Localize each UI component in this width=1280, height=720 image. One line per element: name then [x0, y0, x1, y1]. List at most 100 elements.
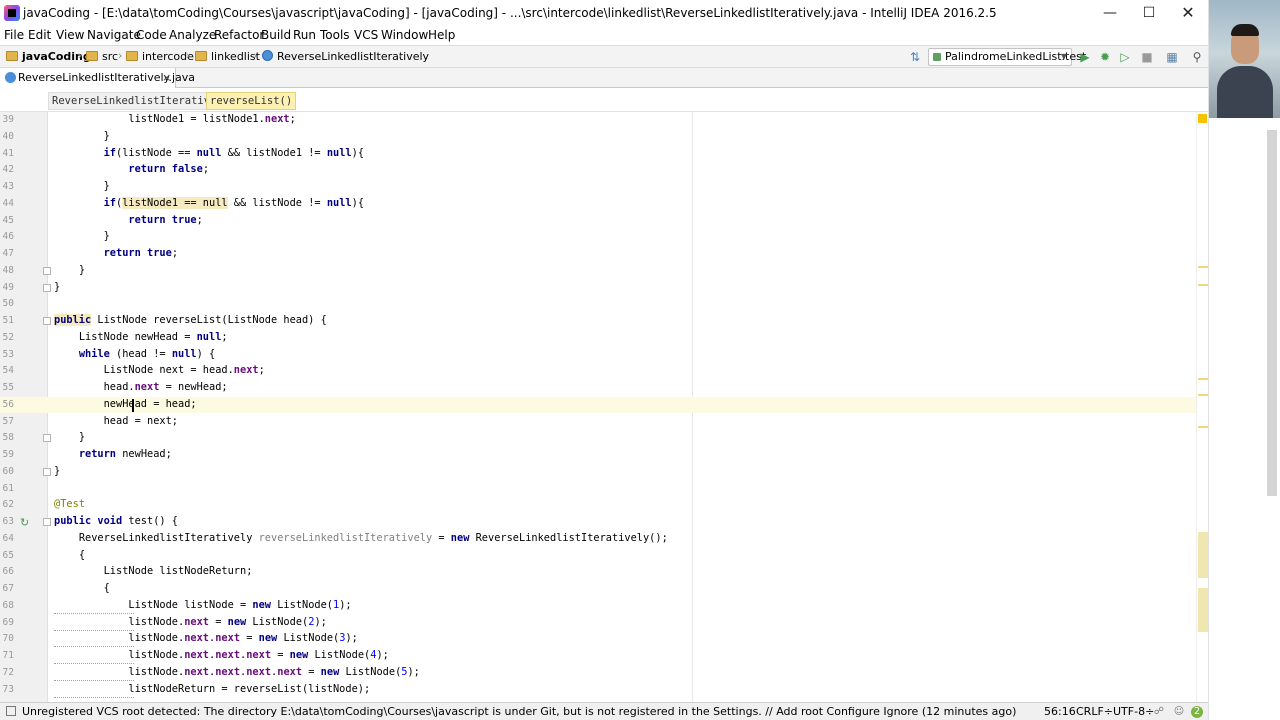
fold-marker-icon[interactable] — [43, 434, 51, 443]
code-text[interactable]: return newHead; — [54, 448, 172, 460]
nav-intercode[interactable]: intercode — [126, 50, 194, 63]
editor-vertical-scrollbar[interactable] — [1196, 112, 1208, 702]
search-icon[interactable]: ⚲ — [1190, 50, 1204, 64]
code-line[interactable]: 71 listNode.next.next.next = new ListNod… — [0, 648, 1196, 665]
code-line[interactable]: 64 ReverseLinkedlistIteratively reverseL… — [0, 531, 1196, 548]
code-text[interactable]: listNode.next.next.next.next = new ListN… — [54, 666, 419, 678]
menu-build[interactable]: Build — [261, 28, 291, 42]
menu-window[interactable]: Window — [381, 28, 428, 42]
code-line[interactable]: 46 } — [0, 229, 1196, 246]
error-stripe-mark[interactable] — [1198, 266, 1208, 268]
menu-vcs[interactable]: VCS — [354, 28, 378, 42]
code-line[interactable]: 70 listNode.next.next = new ListNode(3); — [0, 631, 1196, 648]
maximize-button[interactable]: ☐ — [1128, 0, 1170, 26]
code-line[interactable]: 59 return newHead; — [0, 447, 1196, 464]
code-text[interactable]: listNode.next.next = new ListNode(3); — [54, 632, 357, 644]
code-text[interactable]: ListNode listNodeReturn; — [54, 565, 253, 577]
code-line[interactable]: 45 return true; — [0, 213, 1196, 230]
code-text[interactable]: { — [54, 582, 110, 594]
fold-marker-icon[interactable] — [43, 317, 51, 325]
code-line[interactable]: 56 newHead = head; — [0, 396, 1196, 414]
code-text[interactable]: ReverseLinkedlistIteratively reverseLink… — [54, 532, 668, 544]
code-text[interactable]: listNode1 = listNode1.next; — [54, 113, 295, 125]
run-test-gutter-icon[interactable]: ↻ — [20, 516, 29, 529]
code-line[interactable]: 41 if(listNode == null && listNode1 != n… — [0, 146, 1196, 163]
code-line[interactable]: 40 } — [0, 129, 1196, 146]
code-line[interactable]: 69 listNode.next = new ListNode(2); — [0, 615, 1196, 632]
nav-linkedlist[interactable]: linkedlist — [195, 50, 260, 63]
code-text[interactable]: ListNode next = head.next; — [54, 364, 265, 376]
code-line[interactable]: 52 ListNode newHead = null; — [0, 330, 1196, 347]
menu-edit[interactable]: Edit — [28, 28, 51, 42]
line-separator[interactable]: CRLF÷ — [1076, 705, 1113, 718]
menu-analyze[interactable]: Analyze — [169, 28, 216, 42]
close-tab-icon[interactable]: × — [162, 68, 171, 87]
code-line[interactable]: 72 listNode.next.next.next.next = new Li… — [0, 665, 1196, 682]
close-window-button[interactable]: ✕ — [1167, 0, 1209, 26]
code-line[interactable]: 51 public ListNode reverseList(ListNode h… — [0, 313, 1196, 330]
code-line[interactable]: 44 if(listNode1 == null && listNode != n… — [0, 196, 1196, 213]
error-stripe-mark[interactable] — [1198, 378, 1208, 380]
code-text[interactable]: listNodeReturn = reverseList(listNode); — [54, 683, 370, 695]
outer-scrollbar[interactable] — [1267, 130, 1277, 496]
code-text[interactable]: } — [54, 465, 60, 477]
minimize-button[interactable]: — — [1089, 0, 1131, 26]
nav-src[interactable]: src — [86, 50, 118, 63]
toggle-tool-windows-icon[interactable] — [6, 706, 16, 716]
menu-view[interactable]: View — [56, 28, 84, 42]
code-line[interactable]: 63 ↻ public void test() { — [0, 514, 1196, 531]
code-text[interactable]: listNode.next.next.next = new ListNode(4… — [54, 649, 388, 661]
caret-position[interactable]: 56:16 — [1044, 705, 1076, 718]
code-line[interactable]: 68 ListNode listNode = new ListNode(1); — [0, 598, 1196, 615]
code-text[interactable]: return false; — [54, 163, 209, 175]
code-line[interactable]: 73 listNodeReturn = reverseList(listNode… — [0, 682, 1196, 699]
run-configuration-select[interactable]: PalindromeLinkedList.test ▼ — [928, 48, 1086, 66]
inspector-icon[interactable]: ☺ — [1173, 706, 1185, 718]
code-text[interactable]: newHead = head; — [54, 398, 197, 410]
nav-class[interactable]: ReverseLinkedlistIteratively — [262, 50, 429, 63]
menu-help[interactable]: Help — [428, 28, 455, 42]
menu-navigate[interactable]: Navigate — [87, 28, 141, 42]
code-text[interactable]: } — [54, 230, 110, 242]
error-stripe-mark[interactable] — [1198, 426, 1208, 428]
code-text[interactable]: public ListNode reverseList(ListNode hea… — [54, 314, 327, 326]
fold-marker-icon[interactable] — [43, 467, 51, 476]
code-text[interactable]: } — [54, 180, 110, 192]
code-editor[interactable]: 39 listNode1 = listNode1.next; 40 } 41 if(… — [0, 112, 1208, 702]
breadcrumb-method[interactable]: reverseList() — [206, 92, 297, 110]
menu-file[interactable]: File — [4, 28, 24, 42]
project-structure-icon[interactable]: ▦ — [1165, 50, 1179, 64]
menu-refactor[interactable]: Refactor — [214, 28, 264, 42]
fold-marker-icon[interactable] — [43, 518, 51, 526]
code-line[interactable]: 62 @Test — [0, 497, 1196, 514]
run-icon[interactable]: ▶ — [1078, 50, 1092, 64]
lock-icon[interactable]: ☍ — [1153, 706, 1165, 718]
fold-marker-icon[interactable] — [43, 266, 51, 275]
code-text[interactable]: ListNode listNode = new ListNode(1); — [54, 599, 351, 611]
code-text[interactable]: } — [54, 264, 85, 276]
menu-tools[interactable]: Tools — [320, 28, 350, 42]
fold-marker-icon[interactable] — [43, 283, 51, 292]
code-line[interactable]: 42 return false; — [0, 162, 1196, 179]
code-line[interactable]: 55 head.next = newHead; — [0, 380, 1196, 397]
coverage-icon[interactable]: ▷ — [1118, 50, 1132, 64]
code-text[interactable]: return true; — [54, 247, 178, 259]
code-text[interactable]: { — [54, 549, 85, 561]
tab-reverselinkedlistiteratively[interactable]: ReverseLinkedlistIteratively.java × — [0, 68, 195, 88]
code-text[interactable]: } — [54, 431, 85, 443]
code-text[interactable]: while (head != null) { — [54, 348, 215, 360]
warning-marker-icon[interactable] — [1198, 114, 1207, 123]
code-line[interactable]: 57 head = next; — [0, 414, 1196, 431]
code-text[interactable]: public void test() { — [54, 515, 178, 527]
code-line[interactable]: 47 return true; — [0, 246, 1196, 263]
code-text[interactable]: } — [54, 281, 60, 293]
event-log-badge[interactable]: 2 — [1191, 706, 1203, 718]
scroll-thumb[interactable] — [1198, 532, 1208, 578]
code-text[interactable]: return true; — [54, 214, 202, 226]
code-text[interactable]: } — [54, 130, 110, 142]
menu-run[interactable]: Run — [293, 28, 316, 42]
error-stripe-mark[interactable] — [1198, 394, 1208, 396]
code-line[interactable]: 39 listNode1 = listNode1.next; — [0, 112, 1196, 129]
code-text[interactable]: @Test — [54, 498, 85, 510]
code-line[interactable]: 48 } — [0, 263, 1196, 280]
